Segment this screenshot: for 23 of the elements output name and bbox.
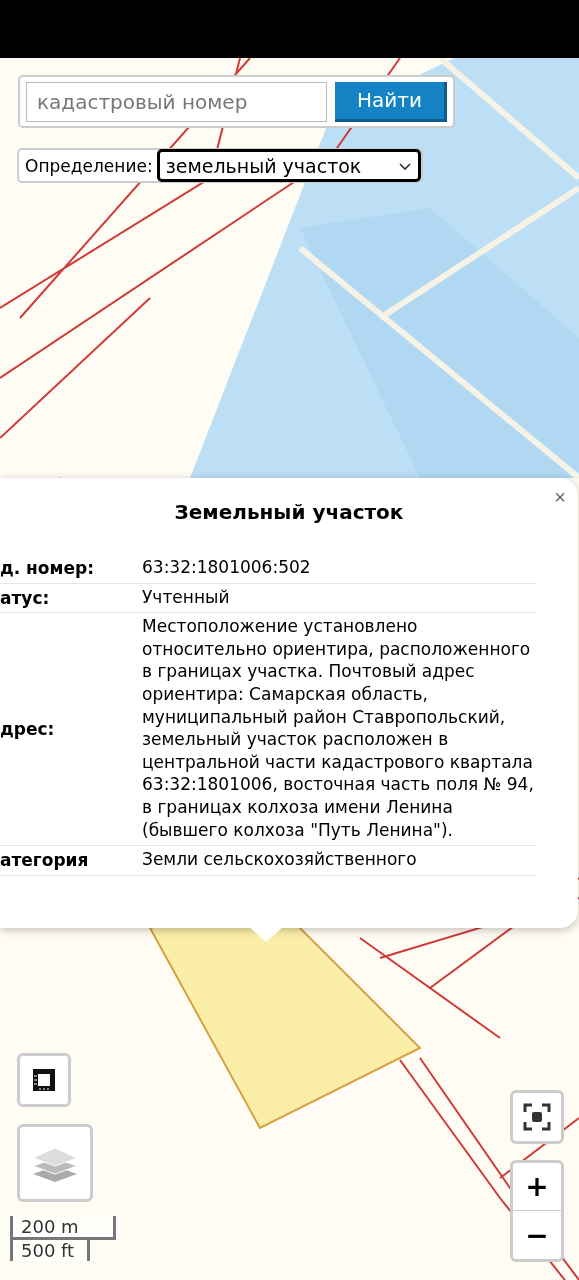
type-dropdown[interactable]: земельный участок (156, 149, 421, 182)
find-button[interactable]: Найти (335, 81, 447, 122)
field-value: 63:32:1801006:502 (142, 556, 312, 579)
ruler-icon (31, 1067, 57, 1093)
measure-button[interactable] (17, 1053, 71, 1107)
target-icon (523, 1103, 551, 1131)
field-label: д. номер: (0, 557, 95, 581)
zoom-in-button[interactable]: + (510, 1160, 564, 1211)
field-label: атус: (0, 586, 51, 610)
popup-title: Земельный участок (173, 500, 405, 524)
definition-label: Определение: (25, 155, 153, 176)
scale-bar: 200 m (10, 1216, 116, 1240)
locate-button[interactable] (510, 1090, 564, 1144)
scale-bar: 500 ft (10, 1237, 90, 1261)
field-value: Земли сельскохозяйственного (142, 848, 418, 872)
field-value: Местоположение установлено относительно ориентира, расположенного в границах участка. Почтовый адрес ориентира: Самарская область, муниципальный район Ставропольский, земельный участок расположен в центральной части кадастрового квартала 63:32:1801006, восточная часть поля № 94, в границах колхоза имени Ленина (бывшего колхоза "Путь Ленина"). (142, 615, 535, 842)
caret-icon (397, 160, 412, 171)
field-value: Учтенный (142, 585, 231, 609)
field-label: атегория (0, 849, 90, 873)
field-label: дрес: (0, 718, 56, 742)
zoom-out-button[interactable]: − (510, 1211, 564, 1262)
close-button[interactable]: × (554, 486, 566, 509)
search-field[interactable]: кадастровый номер (26, 81, 327, 122)
